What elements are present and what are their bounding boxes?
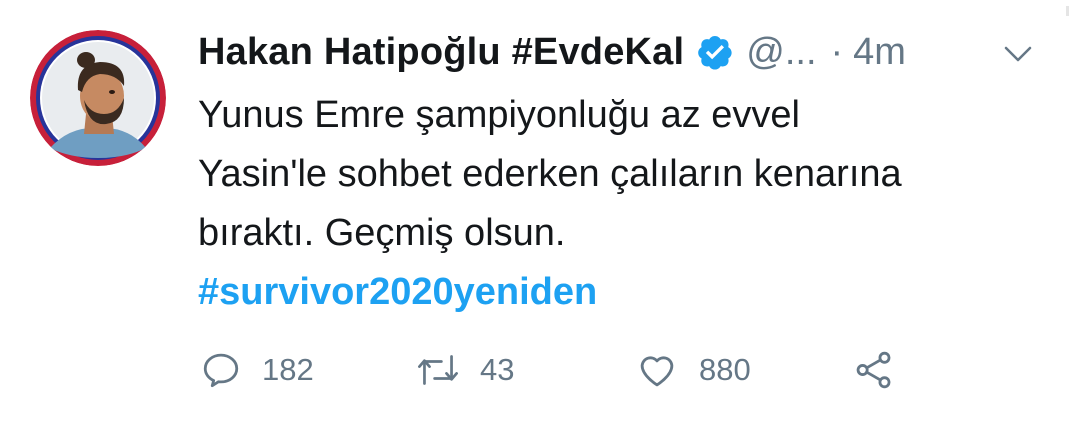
retweet-icon: [416, 349, 460, 391]
tweet-text-line: Yasin'le sohbet ederken çalıların kenarı…: [198, 153, 902, 195]
tweet-text-line: Yunus Emre şampiyonluğu az evvel: [198, 94, 800, 136]
reply-button[interactable]: 182: [200, 345, 314, 395]
chevron-down-icon[interactable]: [1002, 40, 1034, 66]
separator-dot: ·: [830, 30, 844, 73]
tweet-header: Hakan Hatipoğlu #EvdeKal @... · 4m: [198, 22, 906, 82]
heart-icon: [635, 349, 679, 391]
scroll-indicator: [1066, 6, 1069, 16]
author-handle[interactable]: @...: [746, 31, 816, 74]
tweet-actions: 182 43 880: [200, 345, 920, 395]
tweet-card[interactable]: Hakan Hatipoğlu #EvdeKal @... · 4m Yunus…: [0, 0, 1075, 437]
retweet-count: 43: [480, 352, 515, 387]
like-button[interactable]: 880: [635, 345, 751, 395]
tweet-text-line: bıraktı. Geçmiş olsun.: [198, 212, 566, 254]
retweet-button[interactable]: 43: [416, 345, 514, 395]
tweet-text: Yunus Emre şampiyonluğu az evvel Yasin'l…: [198, 86, 1058, 322]
reply-icon: [200, 349, 242, 391]
like-count: 880: [699, 352, 751, 387]
share-button[interactable]: [853, 345, 895, 395]
timestamp[interactable]: 4m: [853, 31, 906, 74]
reply-count: 182: [262, 352, 314, 387]
avatar[interactable]: [30, 30, 166, 166]
author-display-name[interactable]: Hakan Hatipoğlu #EvdeKal: [198, 31, 684, 74]
verified-badge-icon: [696, 33, 734, 71]
hashtag-link[interactable]: #survivor2020yeniden: [198, 263, 1058, 322]
share-icon: [853, 349, 895, 391]
